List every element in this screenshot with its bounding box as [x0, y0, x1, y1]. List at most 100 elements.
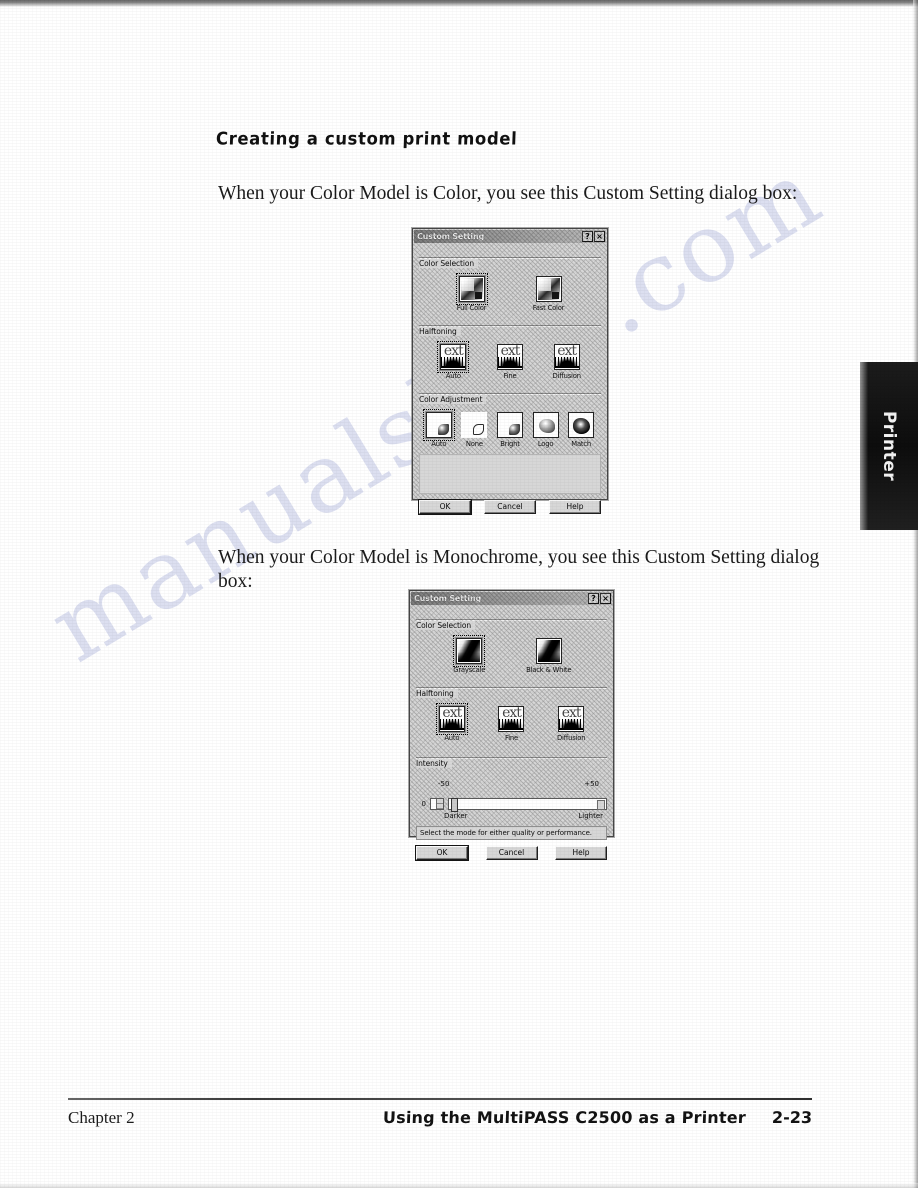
dialog-button-row: OK Cancel Help: [416, 846, 607, 860]
option-full-color[interactable]: Full Color: [455, 273, 489, 312]
option-caption: Fast Color: [532, 304, 565, 312]
option-caption: Black & White: [526, 666, 572, 674]
dialog-title: Custom Setting: [414, 594, 481, 603]
intensity-stepper[interactable]: [430, 798, 444, 810]
option-adjust-none[interactable]: None: [459, 412, 489, 448]
option-adjust-match[interactable]: Match: [566, 412, 596, 448]
thumb-tab-label: Printer: [879, 410, 899, 482]
halftone-ext-icon: ext: [558, 706, 585, 732]
option-halftone-fine[interactable]: ext Fine: [493, 344, 527, 380]
cancel-button[interactable]: Cancel: [484, 500, 536, 514]
group-label-color-adjustment: Color Adjustment: [419, 395, 487, 404]
color-selection-options: Full Color Fast Color: [419, 273, 601, 312]
option-caption: Auto: [445, 372, 461, 380]
option-caption: None: [465, 440, 483, 448]
option-caption: Match: [571, 440, 592, 448]
slider-end-button[interactable]: [597, 800, 605, 810]
group-color-adjustment: Color Adjustment Auto None Bright Logo M…: [419, 387, 601, 448]
option-halftone-diffusion[interactable]: ext Diffusion: [554, 706, 588, 742]
option-adjust-auto[interactable]: Auto: [422, 409, 455, 448]
footer-right-group: Using the MultiPASS C2500 as a Printer 2…: [382, 1108, 813, 1127]
group-color-selection: Color Selection Grayscale Black & White: [416, 613, 607, 674]
footer-page-number: 2-23: [771, 1108, 813, 1127]
cancel-button[interactable]: Cancel: [485, 846, 538, 860]
intensity-min-label: -50: [438, 780, 450, 788]
option-halftone-auto[interactable]: ext Auto: [435, 703, 469, 742]
custom-setting-dialog-color[interactable]: Custom Setting ? × Color Selection Full …: [412, 228, 608, 514]
footer-chapter: Chapter 2: [68, 1108, 135, 1127]
page-title: Creating a custom print model: [215, 128, 518, 149]
adjust-match-icon: [568, 412, 595, 438]
group-label-color-selection: Color Selection: [419, 259, 479, 268]
adjust-none-icon: [461, 412, 488, 438]
option-caption: Auto: [431, 440, 447, 448]
page-footer: Chapter 2 Using the MultiPASS C2500 as a…: [68, 1108, 812, 1128]
thumb-tab-printer: Printer: [860, 362, 918, 530]
option-halftone-fine[interactable]: ext Fine: [494, 706, 528, 742]
custom-setting-dialog-mono[interactable]: Custom Setting ? × Color Selection Grays…: [409, 590, 614, 860]
help-button[interactable]: Help: [549, 500, 601, 514]
ok-button[interactable]: OK: [419, 500, 471, 514]
intensity-row: 0: [416, 798, 607, 812]
intensity-max-label: +50: [584, 780, 599, 788]
intensity-slider[interactable]: [448, 798, 607, 812]
adjust-auto-icon: [422, 409, 455, 441]
option-caption: Diffusion: [552, 372, 581, 380]
halftoning-options: ext Auto ext Fine ext Diffusion: [419, 341, 601, 380]
halftone-ext-icon: ext: [437, 341, 470, 373]
color-adjustment-options: Auto None Bright Logo Match: [419, 409, 601, 448]
group-label-intensity: Intensity: [416, 759, 452, 768]
option-adjust-bright[interactable]: Bright: [495, 412, 525, 448]
group-label-halftoning: Halftoning: [416, 689, 458, 698]
dialog-title: Custom Setting: [417, 232, 484, 241]
dialog-titlebar[interactable]: Custom Setting ? ×: [411, 592, 612, 605]
spinner-arrows-icon[interactable]: [436, 799, 443, 809]
paragraph-mono-model: When your Color Model is Monochrome, you…: [218, 546, 820, 592]
gray-swatch-icon: [535, 638, 562, 664]
help-titlebar-icon[interactable]: ?: [588, 593, 599, 604]
color-swatch-icon: [535, 276, 562, 302]
group-halftoning: Halftoning ext Auto ext Fine ext Diffusi…: [419, 319, 601, 380]
scan-edge-top: [0, 0, 918, 7]
option-grayscale[interactable]: Grayscale: [448, 635, 490, 674]
option-halftone-auto[interactable]: ext Auto: [436, 341, 470, 380]
option-halftone-diffusion[interactable]: ext Diffusion: [550, 344, 584, 380]
group-halftoning: Halftoning ext Auto ext Fine ext Diffusi…: [416, 681, 607, 742]
paragraph-color-model: When your Color Model is Color, you see …: [218, 182, 798, 204]
option-caption: Diffusion: [556, 734, 586, 742]
help-titlebar-icon[interactable]: ?: [582, 231, 593, 242]
help-button[interactable]: Help: [555, 846, 607, 860]
option-caption: Logo: [537, 440, 554, 448]
option-caption: Auto: [444, 734, 460, 742]
group-color-selection: Color Selection Full Color Fast Color: [419, 251, 601, 312]
intensity-value: 0: [421, 800, 426, 808]
adjust-bright-icon: [496, 412, 523, 438]
status-message-strip: [419, 454, 601, 494]
gray-swatch-icon: [453, 635, 486, 667]
ok-button[interactable]: OK: [416, 846, 468, 860]
halftoning-options: ext Auto ext Fine ext Diffusion: [416, 703, 607, 742]
intensity-control: -50 +50 0 Darker Lighter: [416, 778, 607, 820]
option-fast-color[interactable]: Fast Color: [532, 276, 566, 312]
dialog-body: Color Selection Grayscale Black & White …: [410, 606, 613, 865]
slider-thumb[interactable]: [451, 798, 458, 812]
close-icon[interactable]: ×: [594, 231, 605, 242]
option-caption: Grayscale: [453, 666, 486, 674]
color-swatch-icon: [455, 273, 488, 305]
color-selection-options: Grayscale Black & White: [416, 635, 607, 674]
option-caption: Bright: [500, 440, 520, 448]
intensity-caption-row: Darker Lighter: [416, 812, 607, 820]
intensity-tick-row: -50 +50: [416, 780, 607, 788]
dialog-button-row: OK Cancel Help: [419, 500, 601, 514]
group-label-halftoning: Halftoning: [419, 327, 461, 336]
option-adjust-logo[interactable]: Logo: [531, 412, 561, 448]
dialog-body: Color Selection Full Color Fast Color Ha…: [413, 244, 607, 519]
status-message-strip: Select the mode for either quality or pe…: [416, 826, 607, 840]
group-label-color-selection: Color Selection: [416, 621, 476, 630]
adjust-logo-icon: [532, 412, 559, 438]
option-black-and-white[interactable]: Black & White: [523, 638, 575, 674]
halftone-ext-icon: ext: [498, 706, 525, 732]
footer-title: Using the MultiPASS C2500 as a Printer: [382, 1108, 747, 1127]
dialog-titlebar[interactable]: Custom Setting ? ×: [414, 230, 606, 243]
close-icon[interactable]: ×: [600, 593, 611, 604]
